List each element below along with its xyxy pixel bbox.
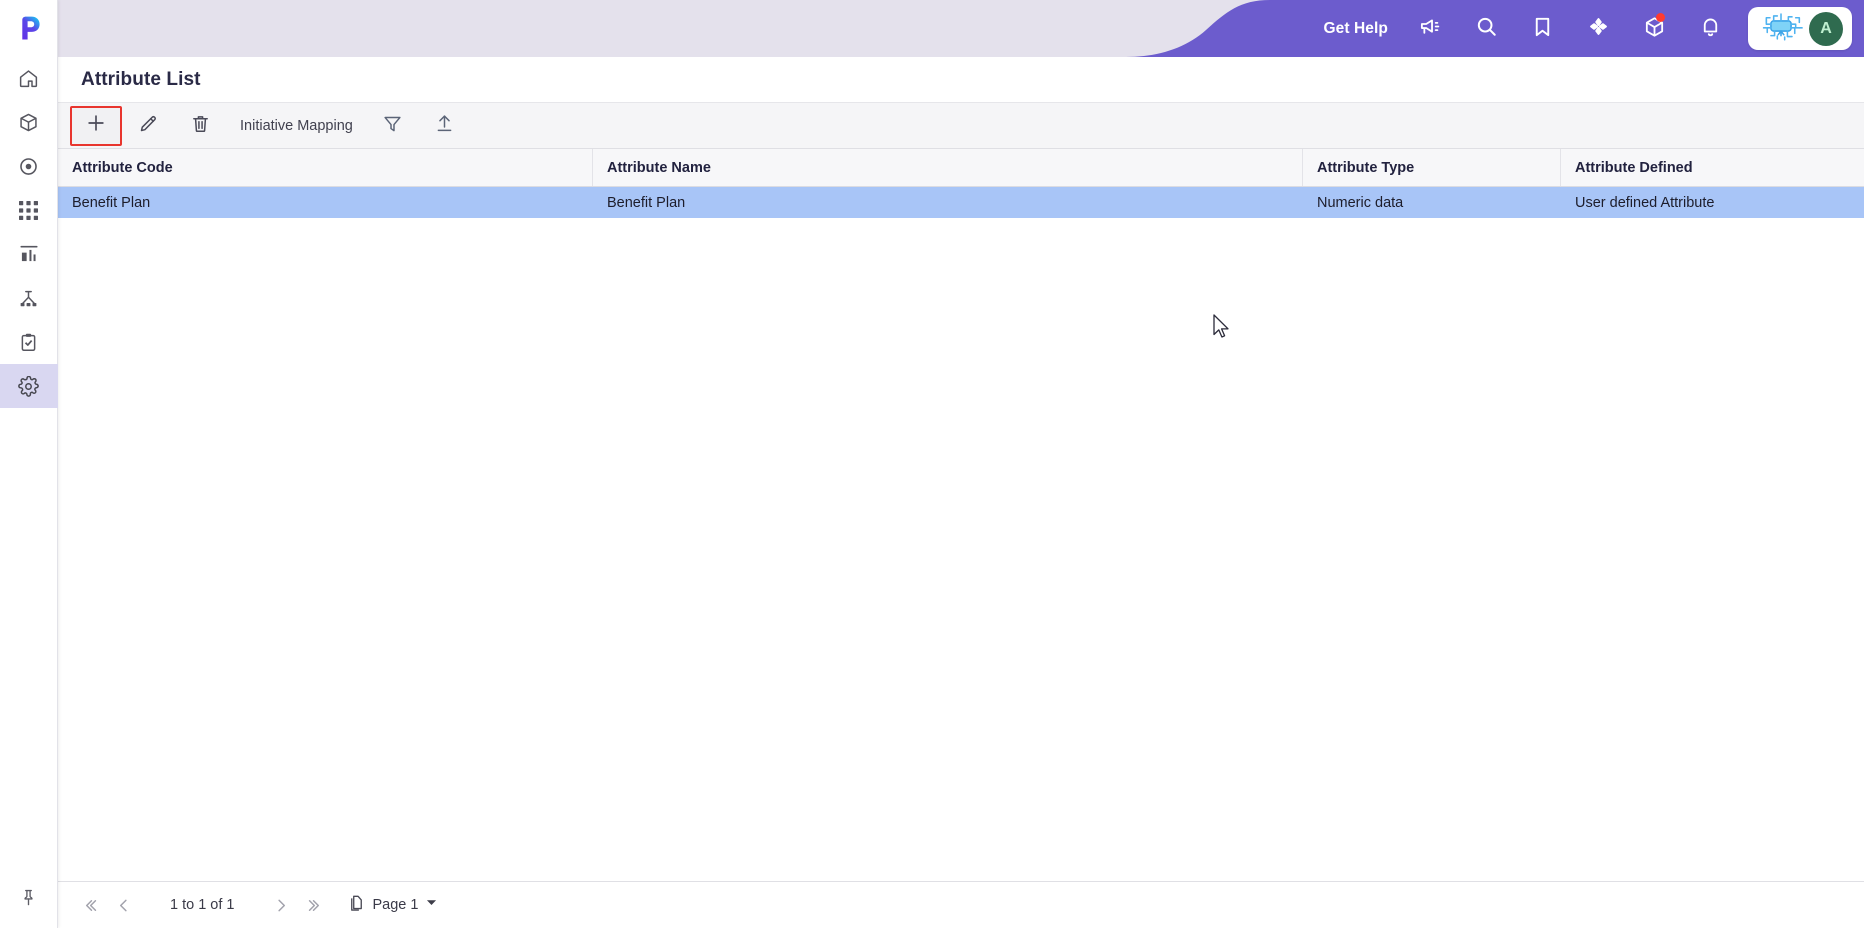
dashboard-icon: [19, 244, 39, 264]
target-icon: [18, 156, 39, 177]
sidebar-item-tasks[interactable]: [0, 320, 58, 364]
sidebar-item-hierarchy[interactable]: [0, 276, 58, 320]
table-row[interactable]: Benefit Plan Benefit Plan Numeric data U…: [58, 187, 1864, 218]
focus-target-icon: [1587, 15, 1610, 43]
left-nav-rail: [0, 0, 58, 928]
gear-icon: [18, 375, 39, 397]
sidebar-item-grid[interactable]: [0, 188, 58, 232]
upload-button[interactable]: [419, 106, 471, 146]
previous-page-button[interactable]: [106, 888, 140, 922]
sidebar-item-dashboard[interactable]: [0, 232, 58, 276]
focus-target-button[interactable]: [1570, 0, 1626, 57]
caret-down-icon: [425, 896, 438, 914]
ai-chip-icon[interactable]: [1759, 9, 1803, 48]
page-header: Attribute List: [58, 57, 1864, 102]
initiative-mapping-button[interactable]: Initiative Mapping: [226, 118, 367, 134]
column-header-attribute-name[interactable]: Attribute Name: [593, 149, 1303, 186]
cell-attribute-defined: User defined Attribute: [1575, 194, 1715, 211]
package-icon: [18, 112, 39, 133]
cell-attribute-code: Benefit Plan: [72, 194, 151, 211]
delete-button[interactable]: [174, 106, 226, 146]
hierarchy-icon: [18, 288, 39, 309]
application-window: Get Help A Attribute List Initiative Map…: [0, 0, 1864, 928]
bookmark-button[interactable]: [1514, 0, 1570, 57]
pin-sidebar-button[interactable]: [0, 872, 58, 928]
attribute-table: Attribute Code Attribute Name Attribute …: [58, 149, 1864, 881]
pencil-icon: [138, 113, 159, 139]
bell-icon: [1699, 15, 1722, 43]
edit-button[interactable]: [122, 106, 174, 146]
first-page-button[interactable]: [72, 888, 106, 922]
pages-icon: [347, 893, 366, 917]
notifications-button[interactable]: [1682, 0, 1738, 57]
sidebar-item-target[interactable]: [0, 144, 58, 188]
grid-icon: [19, 200, 38, 220]
sidebar-item-package[interactable]: [0, 100, 58, 144]
filter-button[interactable]: [367, 106, 419, 146]
page-selector[interactable]: Page 1: [347, 893, 439, 917]
header-actions: Get Help A: [1309, 0, 1864, 57]
page-label: Page 1: [372, 897, 419, 913]
plus-icon: [85, 112, 107, 139]
page-content: Attribute List Initiative Mapping Attrib…: [58, 57, 1864, 928]
next-page-button[interactable]: [265, 888, 299, 922]
top-header: Get Help A: [58, 0, 1864, 57]
table-header-row: Attribute Code Attribute Name Attribute …: [58, 149, 1864, 187]
user-assistant-box: A: [1748, 7, 1852, 50]
pagination-bar: 1 to 1 of 1 Page 1: [58, 881, 1864, 928]
pagination-range: 1 to 1 of 1: [170, 897, 235, 913]
trash-icon: [190, 113, 211, 139]
bookmark-icon: [1531, 15, 1554, 43]
cube-button[interactable]: [1626, 0, 1682, 57]
cube-notification-badge: [1656, 13, 1665, 22]
upload-icon: [434, 113, 455, 139]
announcement-icon: [1419, 15, 1442, 43]
search-button[interactable]: [1458, 0, 1514, 57]
action-toolbar: Initiative Mapping: [58, 102, 1864, 149]
funnel-icon: [382, 113, 403, 139]
clipboard-check-icon: [18, 332, 39, 353]
pin-icon: [19, 888, 38, 912]
search-icon: [1475, 15, 1498, 43]
column-header-attribute-defined[interactable]: Attribute Defined: [1561, 149, 1864, 186]
column-header-attribute-type[interactable]: Attribute Type: [1303, 149, 1561, 186]
get-help-button[interactable]: Get Help: [1309, 20, 1402, 38]
add-button[interactable]: [70, 105, 122, 146]
avatar[interactable]: A: [1809, 11, 1843, 46]
cell-attribute-type: Numeric data: [1317, 194, 1404, 211]
page-title: Attribute List: [81, 68, 201, 90]
cell-attribute-name: Benefit Plan: [607, 194, 686, 211]
column-header-attribute-code[interactable]: Attribute Code: [58, 149, 593, 186]
last-page-button[interactable]: [299, 888, 333, 922]
announcement-button[interactable]: [1402, 0, 1458, 57]
table-body: Benefit Plan Benefit Plan Numeric data U…: [58, 187, 1864, 881]
app-logo[interactable]: [0, 0, 58, 56]
sidebar-item-home[interactable]: [0, 56, 58, 100]
sidebar-item-settings[interactable]: [0, 364, 58, 408]
home-icon: [18, 68, 39, 89]
